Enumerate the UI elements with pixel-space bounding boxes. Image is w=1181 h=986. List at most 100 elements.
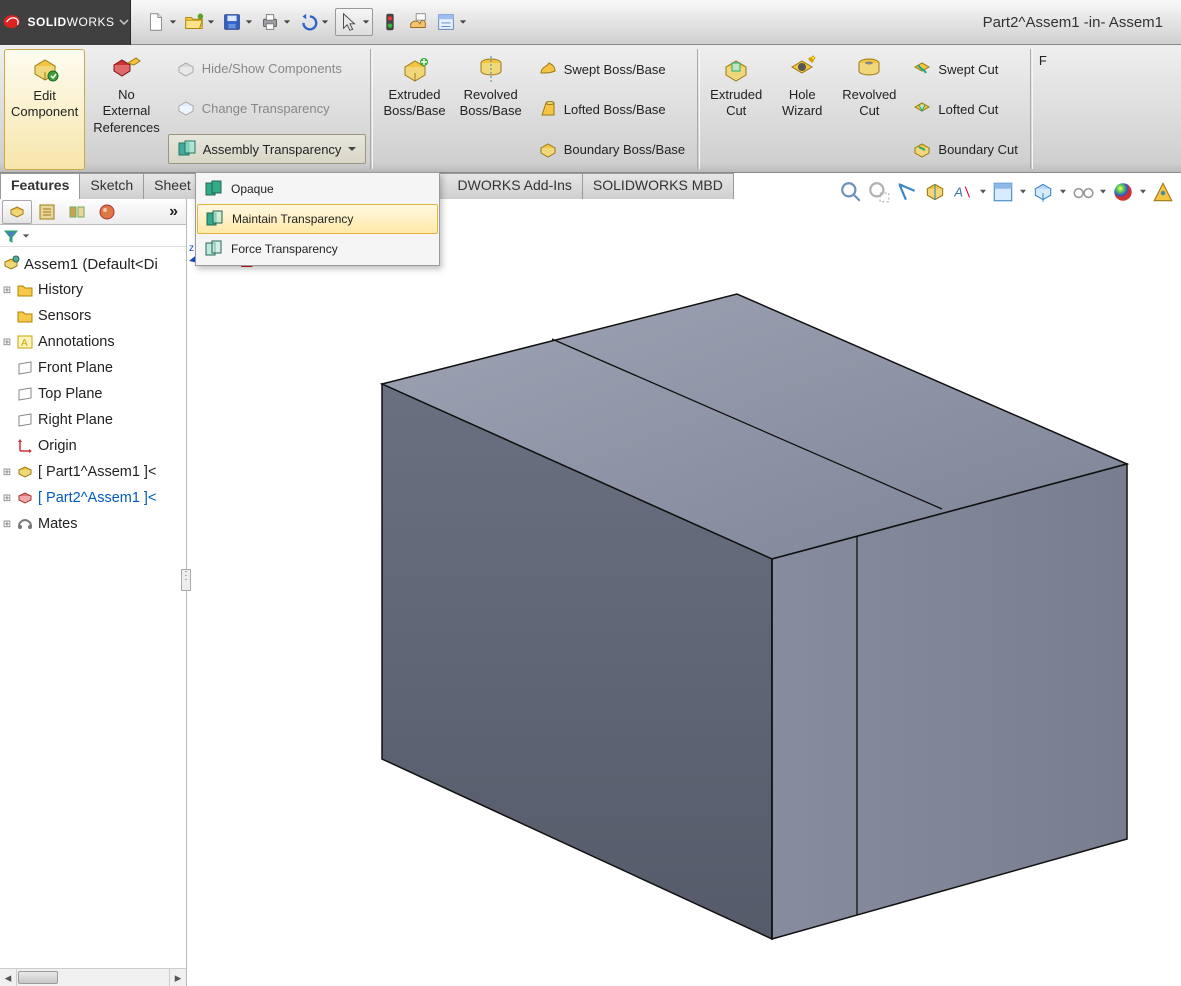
scroll-left-arrow[interactable]: ◂ [0, 969, 17, 986]
tree-item-front-plane[interactable]: Front Plane [2, 355, 184, 381]
menu-force-transparency[interactable]: Force Transparency [197, 234, 438, 264]
chevron-down-icon[interactable] [207, 18, 215, 26]
section-view-icon [923, 180, 947, 204]
tree-item-origin[interactable]: Origin [2, 433, 184, 459]
section-view-button[interactable] [923, 180, 947, 204]
draft-analysis-icon: A [951, 180, 975, 204]
qa-save[interactable] [221, 11, 253, 33]
fm-filter-bar [0, 225, 186, 247]
tab-sketch[interactable]: Sketch [79, 173, 144, 199]
fm-tab-property[interactable] [32, 200, 62, 224]
menu-maintain-transparency[interactable]: Maintain Transparency [197, 204, 438, 234]
revolved-boss-button[interactable]: Revolved Boss/Base [454, 49, 528, 170]
swept-cut-icon [912, 59, 932, 79]
boundary-boss-label: Boundary Boss/Base [564, 142, 685, 157]
tree-item-part2[interactable]: ⊞[ Part2^Assem1 ]< [2, 485, 184, 511]
fm-tab-tree[interactable] [2, 200, 32, 224]
edit-appearance-button[interactable] [1071, 180, 1095, 204]
graphics-viewport[interactable]: y x z [187, 199, 1181, 986]
fm-tabs-overflow[interactable]: » [163, 203, 184, 221]
tree-root[interactable]: Assem1 (Default<Di [2, 251, 184, 277]
view-settings-button[interactable] [1151, 180, 1175, 204]
menu-opaque[interactable]: Opaque [197, 174, 438, 204]
qa-file-properties[interactable] [407, 11, 429, 33]
hide-show-components-button[interactable]: Hide/Show Components [168, 55, 367, 83]
chevron-down-icon[interactable] [245, 18, 253, 26]
chevron-down-icon[interactable] [169, 18, 177, 26]
chevron-down-icon[interactable] [321, 18, 329, 26]
change-transparency-button[interactable]: Change Transparency [168, 94, 367, 122]
fillet-label-partial: F [1039, 53, 1047, 69]
filter-icon[interactable] [4, 229, 18, 243]
boundary-boss-button[interactable]: Boundary Boss/Base [530, 136, 693, 164]
qa-options[interactable] [435, 11, 467, 33]
boundary-cut-icon [912, 140, 932, 160]
extruded-cut-button[interactable]: Extruded Cut [704, 49, 768, 170]
chevron-down-icon[interactable] [22, 232, 30, 240]
lofted-boss-button[interactable]: Lofted Boss/Base [530, 95, 693, 123]
boundary-cut-button[interactable]: Boundary Cut [904, 136, 1026, 164]
chevron-down-icon[interactable] [1059, 189, 1067, 195]
qa-print[interactable] [259, 11, 291, 33]
fm-tab-display[interactable] [92, 200, 122, 224]
extruded-boss-button[interactable]: Extruded Boss/Base [377, 49, 451, 170]
tab-mbd[interactable]: SOLIDWORKS MBD [582, 173, 734, 199]
open-folder-icon [183, 11, 205, 33]
scroll-thumb[interactable] [18, 971, 58, 984]
qa-select[interactable] [335, 8, 373, 36]
tree-item-mates[interactable]: ⊞Mates [2, 511, 184, 537]
hole-wizard-button[interactable]: Hole Wizard [770, 49, 834, 170]
change-transparency-label: Change Transparency [202, 101, 330, 116]
chevron-down-icon[interactable] [1019, 189, 1027, 195]
assembly-transparency-button[interactable]: Assembly Transparency [168, 134, 367, 164]
lofted-cut-button[interactable]: Lofted Cut [904, 95, 1026, 123]
chevron-down-icon[interactable] [362, 18, 370, 26]
heads-up-view-toolbar: A [833, 176, 1181, 208]
display-style-button[interactable] [991, 180, 1015, 204]
chevron-down-icon [347, 144, 357, 154]
hand-note-icon [407, 11, 429, 33]
swept-boss-button[interactable]: Swept Boss/Base [530, 55, 693, 83]
svg-text:A: A [21, 338, 28, 349]
chevron-down-icon[interactable] [1139, 189, 1147, 195]
opaque-icon [205, 180, 223, 198]
zoom-fit-icon [839, 180, 863, 204]
chevron-down-icon[interactable] [459, 18, 467, 26]
logo-dropdown-icon[interactable] [119, 17, 129, 27]
chevron-down-icon[interactable] [979, 189, 987, 195]
view-orientation-button[interactable]: A [951, 180, 975, 204]
qa-rebuild[interactable] [379, 11, 401, 33]
tree-item-right-plane[interactable]: Right Plane [2, 407, 184, 433]
edit-component-button[interactable]: Edit Component [4, 49, 85, 170]
tree-item-history[interactable]: ⊞History [2, 277, 184, 303]
chevron-down-icon[interactable] [1099, 189, 1107, 195]
tab-features[interactable]: Features [0, 173, 80, 199]
panel-resize-handle[interactable]: ··· [181, 569, 191, 591]
tree-item-part1[interactable]: ⊞[ Part1^Assem1 ]< [2, 459, 184, 485]
fm-tab-config[interactable] [62, 200, 92, 224]
fillet-button-partial[interactable]: F [1037, 49, 1047, 170]
tree-label: Front Plane [38, 360, 113, 376]
tree-item-sensors[interactable]: Sensors [2, 303, 184, 329]
prev-view-icon [895, 180, 919, 204]
scroll-right-arrow[interactable]: ▸ [169, 969, 186, 986]
tree-item-annotations[interactable]: ⊞AAnnotations [2, 329, 184, 355]
no-external-references-button[interactable]: No External References [87, 49, 165, 170]
swept-cut-button[interactable]: Swept Cut [904, 55, 1026, 83]
zoom-area-button[interactable] [867, 180, 891, 204]
tree-item-top-plane[interactable]: Top Plane [2, 381, 184, 407]
display-manager-icon [98, 203, 116, 221]
chevron-down-icon[interactable] [283, 18, 291, 26]
maintain-transparency-icon [206, 210, 224, 228]
qa-new[interactable] [145, 11, 177, 33]
zoom-fit-button[interactable] [839, 180, 863, 204]
qa-open[interactable] [183, 11, 215, 33]
previous-view-button[interactable] [895, 180, 919, 204]
qa-undo[interactable] [297, 11, 329, 33]
document-title: Part2^Assem1 -in- Assem1 [983, 14, 1167, 31]
fm-horizontal-scrollbar[interactable]: ◂ ▸ [0, 968, 186, 986]
revolved-cut-button[interactable]: Revolved Cut [836, 49, 902, 170]
hide-show-items-button[interactable] [1031, 180, 1055, 204]
tree-label: [ Part1^Assem1 ]< [38, 464, 156, 480]
apply-scene-button[interactable] [1111, 180, 1135, 204]
